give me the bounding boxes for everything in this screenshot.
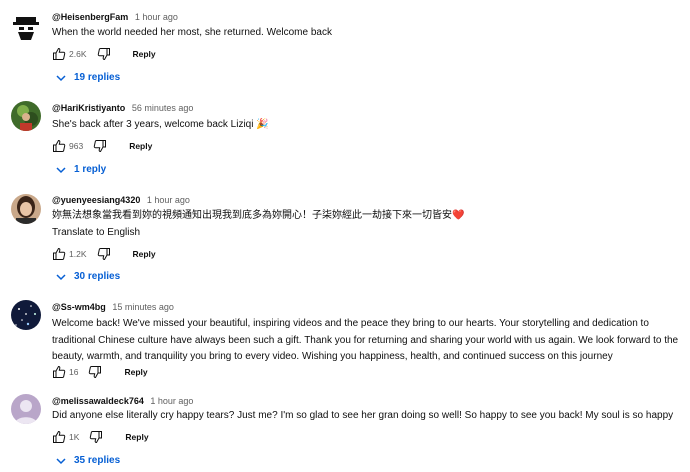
comment-author[interactable]: @melissawaldeck764: [52, 396, 144, 406]
view-replies-button[interactable]: 35 replies: [56, 455, 120, 466]
like-count: 1K: [69, 432, 80, 442]
chevron-down-icon: [56, 273, 66, 280]
comment-text: 妳無法想象當我看到妳的視頻通知出現我到底多為妳開心！子柒妳經此一劫接下來一切皆安…: [52, 208, 682, 224]
like-count: 16: [69, 367, 79, 377]
thumbs-down-icon[interactable]: [88, 365, 102, 379]
avatar[interactable]: [11, 194, 41, 224]
chevron-down-icon: [56, 74, 66, 81]
thumbs-down-icon[interactable]: [93, 139, 107, 153]
comment-text: Did anyone else literally cry happy tear…: [52, 410, 674, 421]
comment-author[interactable]: @yuenyeesiang4320: [52, 195, 140, 205]
chevron-down-icon: [56, 457, 66, 464]
reply-button[interactable]: Reply: [129, 141, 152, 151]
avatar[interactable]: [11, 300, 41, 330]
comment-time[interactable]: 1 hour ago: [150, 396, 193, 406]
comment-author[interactable]: @HeisenbergFam: [52, 12, 128, 22]
replies-count: 35 replies: [74, 455, 121, 466]
avatar[interactable]: [11, 101, 41, 131]
comment-author[interactable]: @HariKristiyanto: [52, 103, 125, 113]
thumbs-down-icon[interactable]: [97, 47, 111, 61]
view-replies-button[interactable]: 1 reply: [56, 164, 106, 175]
comment-text: When the world needed her most, she retu…: [52, 27, 332, 38]
reply-button[interactable]: Reply: [124, 367, 147, 377]
comment-text: She's back after 3 years, welcome back L…: [52, 119, 269, 130]
view-replies-button[interactable]: 30 replies: [56, 271, 120, 282]
thumbs-up-icon[interactable]: [52, 247, 66, 261]
thumbs-down-icon[interactable]: [89, 430, 103, 444]
avatar[interactable]: [11, 12, 41, 42]
comment-time[interactable]: 1 hour ago: [135, 12, 178, 22]
thumbs-up-icon[interactable]: [52, 47, 66, 61]
reply-button[interactable]: Reply: [125, 432, 148, 442]
view-replies-button[interactable]: 19 replies: [56, 72, 120, 83]
thumbs-up-icon[interactable]: [52, 430, 66, 444]
heart-emoji: ❤️: [452, 210, 465, 221]
reply-button[interactable]: Reply: [133, 249, 156, 259]
comment-time[interactable]: 15 minutes ago: [112, 302, 174, 312]
replies-count: 19 replies: [74, 72, 121, 83]
translate-link[interactable]: Translate to English: [52, 227, 140, 238]
like-count: 963: [69, 141, 84, 151]
comment-time[interactable]: 1 hour ago: [147, 195, 190, 205]
thumbs-up-icon[interactable]: [52, 365, 66, 379]
replies-count: 30 replies: [74, 271, 121, 282]
comment-text-body: 妳無法想象當我看到妳的視頻通知出現我到底多為妳開心！子柒妳經此一劫接下來一切皆安: [52, 210, 452, 221]
avatar[interactable]: [11, 394, 41, 424]
thumbs-up-icon[interactable]: [52, 139, 66, 153]
comment-time[interactable]: 56 minutes ago: [132, 103, 194, 113]
chevron-down-icon: [56, 166, 66, 173]
replies-count: 1 reply: [74, 164, 107, 175]
like-count: 1.2K: [69, 249, 87, 259]
like-count: 2.6K: [69, 49, 87, 59]
comment-author[interactable]: @Ss-wm4bg: [52, 302, 106, 312]
reply-button[interactable]: Reply: [133, 49, 156, 59]
thumbs-down-icon[interactable]: [97, 247, 111, 261]
comment-text: Welcome back! We've missed your beautifu…: [52, 318, 679, 362]
